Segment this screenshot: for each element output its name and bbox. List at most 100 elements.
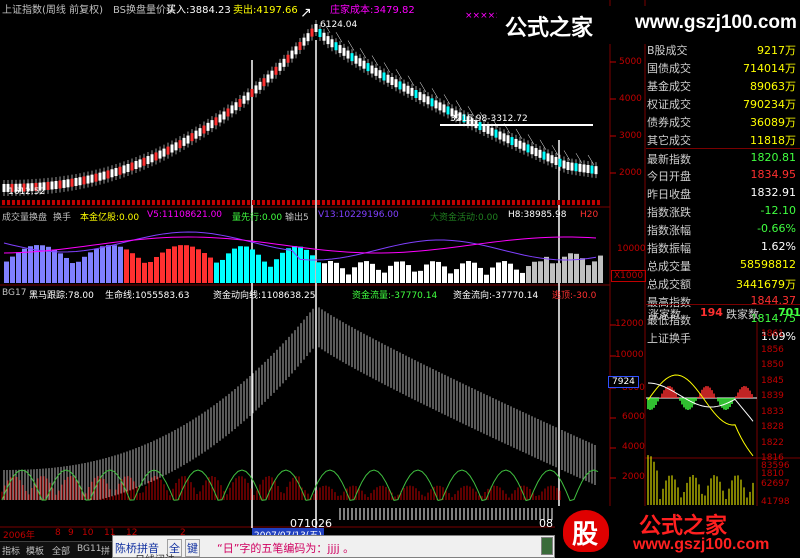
hatch-line xyxy=(383,62,391,73)
volume-bar xyxy=(478,267,483,283)
tab-indicator[interactable]: 指标 xyxy=(2,544,20,557)
strip-dot xyxy=(162,200,165,205)
strip-dot xyxy=(357,200,360,205)
volume-bigfund: 大资金活动:0.00 xyxy=(430,213,499,223)
quote-row: 今日开盘 1834.95 xyxy=(646,166,800,184)
strip-dot xyxy=(252,200,255,205)
volume-bar xyxy=(64,257,69,283)
candle xyxy=(278,62,282,71)
candle xyxy=(578,163,582,172)
quote-row-value: 1820.81 xyxy=(750,151,797,164)
strip-dot xyxy=(522,200,525,205)
candle xyxy=(526,144,530,153)
tab-all[interactable]: 全部 xyxy=(52,544,70,557)
volume-bar xyxy=(334,262,339,283)
candle xyxy=(518,140,522,149)
strip-dot xyxy=(197,200,200,205)
candle xyxy=(118,166,122,175)
candle xyxy=(390,76,394,85)
strip-dot xyxy=(277,200,280,205)
ime-scroll-handle[interactable] xyxy=(541,537,553,555)
tab-bg11[interactable]: BG11 xyxy=(77,544,101,554)
candle xyxy=(398,81,402,90)
updown-row: 涨家数 194 跌家数 701 xyxy=(646,304,800,322)
quote-row-value: 36089万 xyxy=(750,116,796,129)
mini-price-line xyxy=(647,374,754,457)
volume-bar xyxy=(298,246,303,283)
volume-bar xyxy=(454,269,459,283)
candle xyxy=(366,63,370,72)
candle xyxy=(326,36,330,45)
candle xyxy=(94,173,98,182)
strip-dot xyxy=(527,200,530,205)
hatch-line xyxy=(539,139,547,150)
candle xyxy=(442,104,446,113)
quote-row: 指数振幅 1.62% xyxy=(646,238,800,256)
down-count-value: 701 xyxy=(778,306,800,319)
hatch-line xyxy=(563,150,571,161)
quote-row-label: 国债成交 xyxy=(647,62,691,75)
volume-bar xyxy=(148,261,153,283)
candle xyxy=(286,54,290,63)
volume-bar xyxy=(496,262,501,283)
ime-keyboard-icon[interactable]: 键 xyxy=(185,539,200,557)
strip-dot xyxy=(192,200,195,205)
strip-dot xyxy=(7,200,10,205)
candle xyxy=(354,55,358,64)
strip-dot xyxy=(287,200,290,205)
candle xyxy=(226,108,230,117)
volume-bar xyxy=(118,246,123,283)
strip-dot xyxy=(557,200,560,205)
strip-dot xyxy=(342,200,345,205)
candle xyxy=(110,169,114,178)
mini-price-tick: 1822 xyxy=(761,437,784,448)
quote-row-label: 总成交额 xyxy=(647,278,691,291)
candle xyxy=(378,70,382,79)
strip-dot xyxy=(72,200,75,205)
strip-dot xyxy=(542,200,545,205)
strip-dot xyxy=(2,200,5,205)
volume-bar xyxy=(484,274,489,283)
candle xyxy=(194,130,198,139)
volume-bar xyxy=(136,257,141,283)
candle xyxy=(154,152,158,161)
volume-bar xyxy=(328,261,333,283)
fundflow-label: 资金动向线:1108638.25 xyxy=(213,291,316,301)
volume-bar xyxy=(322,263,327,283)
hatch-line xyxy=(455,100,463,111)
price-tick-5000: 5000 xyxy=(619,57,642,67)
volume-bar xyxy=(526,266,531,283)
ime-bar: 陈桥拼音 全 键 “日”字的五笔编码为：jjjj 。 日线闭法 xyxy=(112,535,555,558)
strip-dot xyxy=(407,200,410,205)
ime-candidate[interactable]: 日线闭法 xyxy=(135,551,175,558)
strip-dot xyxy=(282,200,285,205)
bottom-tab-bar: 指标 模板 全部 BG11 拼 xyxy=(0,541,112,558)
candle xyxy=(46,181,50,190)
quote-row-value: -12.10 xyxy=(760,204,796,217)
strip-dot xyxy=(12,200,15,205)
volume-bar xyxy=(412,271,417,283)
candle xyxy=(74,177,78,186)
candle xyxy=(346,50,350,59)
volume-bar xyxy=(556,263,561,283)
candle xyxy=(130,162,134,171)
candle xyxy=(482,123,486,132)
candle xyxy=(50,181,54,190)
volume-bar xyxy=(166,248,171,283)
mini-price-tick: 1828 xyxy=(761,422,784,432)
quote-row: 权证成交 790234万 xyxy=(646,94,800,112)
volume-bar xyxy=(160,252,165,283)
strip-dot xyxy=(347,200,350,205)
tab-pin[interactable]: 拼 xyxy=(101,544,110,557)
candle xyxy=(262,78,266,87)
range-label: 3215.98-3312.72 xyxy=(450,114,528,124)
tab-template[interactable]: 模板 xyxy=(26,544,44,557)
volume-bar xyxy=(268,266,273,283)
watermark-url: www.gszj100.com xyxy=(635,12,797,33)
candle xyxy=(86,175,90,184)
strip-dot xyxy=(587,200,590,205)
strip-dot xyxy=(427,200,430,205)
strip-dot xyxy=(237,200,240,205)
quote-row-label: 今日开盘 xyxy=(647,170,691,183)
strip-dot xyxy=(397,200,400,205)
